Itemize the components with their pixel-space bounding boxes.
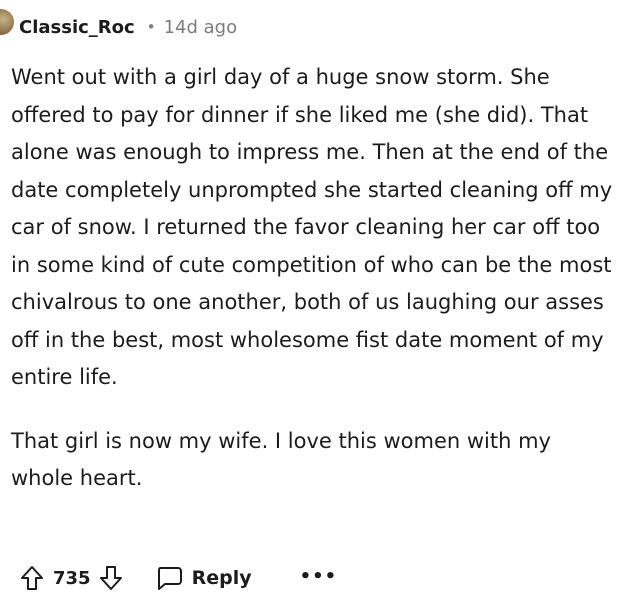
- vote-count: 735: [53, 567, 91, 589]
- author-name[interactable]: Classic_Roc: [19, 17, 135, 38]
- comment-paragraph: That girl is now my wife. I love this wo…: [11, 428, 551, 491]
- avatar[interactable]: [0, 9, 14, 35]
- comment-header: Classic_Roc • 14d ago: [19, 11, 237, 43]
- reply-button[interactable]: Reply: [155, 565, 252, 591]
- upvote-arrow-icon[interactable]: [20, 565, 44, 591]
- reply-label: Reply: [191, 567, 252, 589]
- comment-body: Went out with a girl day of a huge snow …: [11, 59, 617, 498]
- timestamp[interactable]: 14d ago: [164, 17, 238, 38]
- speech-bubble-icon: [155, 565, 183, 591]
- comment-action-bar: 735 Reply •••: [20, 560, 337, 596]
- comment-paragraph: Went out with a girl day of a huge snow …: [11, 65, 613, 389]
- downvote-arrow-icon[interactable]: [99, 565, 123, 591]
- more-options-button[interactable]: •••: [300, 566, 338, 587]
- separator-dot: •: [146, 18, 156, 36]
